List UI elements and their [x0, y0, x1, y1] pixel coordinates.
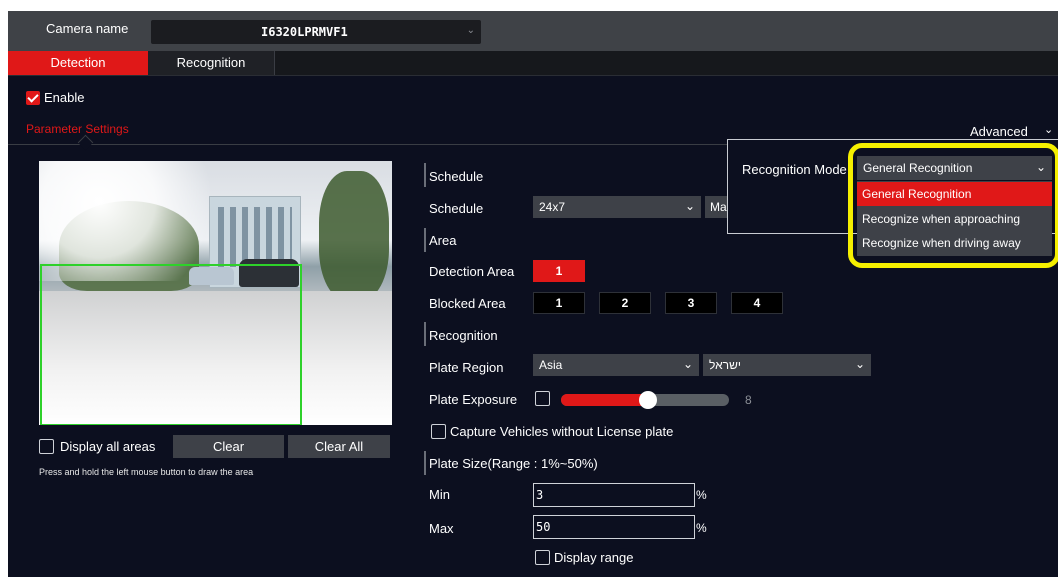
plate-region-value: Asia: [539, 358, 563, 372]
recognition-mode-label: Recognition Mode: [742, 162, 847, 177]
chevron-down-icon: ⌄: [466, 25, 475, 36]
schedule-select[interactable]: 24x7 ⌄: [533, 196, 701, 218]
tab-recognition[interactable]: Recognition: [148, 51, 275, 75]
camera-name-select[interactable]: I6320LPRMVF1 ⌄: [151, 20, 481, 44]
max-label: Max: [429, 521, 454, 536]
scene-sunlight: [39, 161, 239, 281]
draw-hint: Press and hold the left mouse button to …: [39, 467, 254, 477]
plate-region-select[interactable]: Asia ⌄: [533, 354, 699, 376]
plate-exposure-label: Plate Exposure: [429, 392, 518, 407]
camera-name-value: I6320LPRMVF1: [261, 25, 348, 39]
max-value: 50: [536, 520, 551, 534]
blocked-area-3-button[interactable]: 3: [665, 292, 717, 314]
manage-schedule-button[interactable]: Ma: [705, 196, 727, 218]
section-marker: [424, 228, 426, 252]
schedule-value: 24x7: [539, 200, 566, 214]
plate-exposure-checkbox[interactable]: [535, 391, 550, 406]
chevron-down-icon: ⌄: [684, 199, 695, 213]
scene-tree: [319, 171, 389, 301]
blocked-area-label: Blocked Area: [429, 296, 506, 311]
checkbox-icon: [39, 439, 54, 454]
capture-without-plate-checkbox[interactable]: [431, 424, 446, 439]
enable-checkbox[interactable]: Enable: [26, 90, 84, 105]
display-all-areas-label: Display all areas: [60, 439, 156, 454]
slider-handle[interactable]: [639, 391, 658, 409]
chevron-down-icon[interactable]: ⌄: [1044, 123, 1053, 136]
camera-name-label: Camera name: [46, 21, 129, 36]
app-window: Camera name I6320LPRMVF1 ⌄ Detection Rec…: [8, 11, 1058, 577]
max-input[interactable]: 50: [533, 515, 695, 539]
blocked-area-4-button[interactable]: 4: [731, 292, 783, 314]
plate-size-section-title: Plate Size(Range : 1%~50%): [429, 456, 598, 471]
display-range-label: Display range: [554, 550, 634, 565]
min-label: Min: [429, 487, 450, 502]
plate-region-label: Plate Region: [429, 360, 504, 375]
plate-exposure-slider[interactable]: [561, 391, 729, 409]
display-range-checkbox[interactable]: [535, 550, 550, 565]
tab-bar: Detection Recognition: [8, 51, 1058, 76]
blocked-area-1-button[interactable]: 1: [533, 292, 585, 314]
enable-label: Enable: [44, 90, 85, 105]
slider-fill: [561, 394, 649, 406]
area-section-title: Area: [429, 233, 457, 248]
capture-without-plate-label: Capture Vehicles without License plate: [450, 424, 674, 439]
chevron-down-icon: ⌄: [854, 357, 865, 371]
camera-bar: Camera name I6320LPRMVF1 ⌄: [8, 11, 1058, 51]
manage-schedule-label: Ma: [710, 200, 727, 214]
blocked-area-2-button[interactable]: 2: [599, 292, 651, 314]
plate-country-value: ישראל: [709, 358, 741, 372]
plate-country-select[interactable]: ישראל ⌄: [703, 354, 871, 376]
tab-detection[interactable]: Detection: [8, 51, 148, 75]
advanced-toggle[interactable]: Advanced: [970, 124, 1028, 139]
display-all-areas-checkbox[interactable]: Display all areas: [39, 439, 155, 454]
detection-area-box[interactable]: [40, 264, 302, 425]
detection-area-label: Detection Area: [429, 264, 515, 279]
camera-preview[interactable]: [39, 161, 392, 425]
detection-area-1-button[interactable]: 1: [533, 260, 585, 282]
section-marker: [424, 322, 426, 346]
chevron-down-icon: ⌄: [682, 357, 693, 371]
schedule-label: Schedule: [429, 201, 484, 216]
section-marker: [424, 451, 426, 475]
clear-button[interactable]: Clear: [173, 435, 284, 458]
plate-exposure-value: 8: [745, 393, 752, 407]
min-value: 3: [536, 488, 544, 502]
tab-pointer: [77, 134, 94, 151]
checkmark-icon: [26, 90, 40, 105]
clear-all-button[interactable]: Clear All: [288, 435, 390, 458]
section-marker: [424, 163, 426, 187]
max-unit: %: [696, 521, 707, 535]
schedule-section-title: Schedule: [429, 169, 484, 184]
min-unit: %: [696, 488, 707, 502]
recognition-section-title: Recognition: [429, 328, 498, 343]
parameter-settings-tab[interactable]: Parameter Settings: [26, 122, 129, 136]
min-input[interactable]: 3: [533, 483, 695, 507]
highlight-annotation: [848, 143, 1058, 268]
